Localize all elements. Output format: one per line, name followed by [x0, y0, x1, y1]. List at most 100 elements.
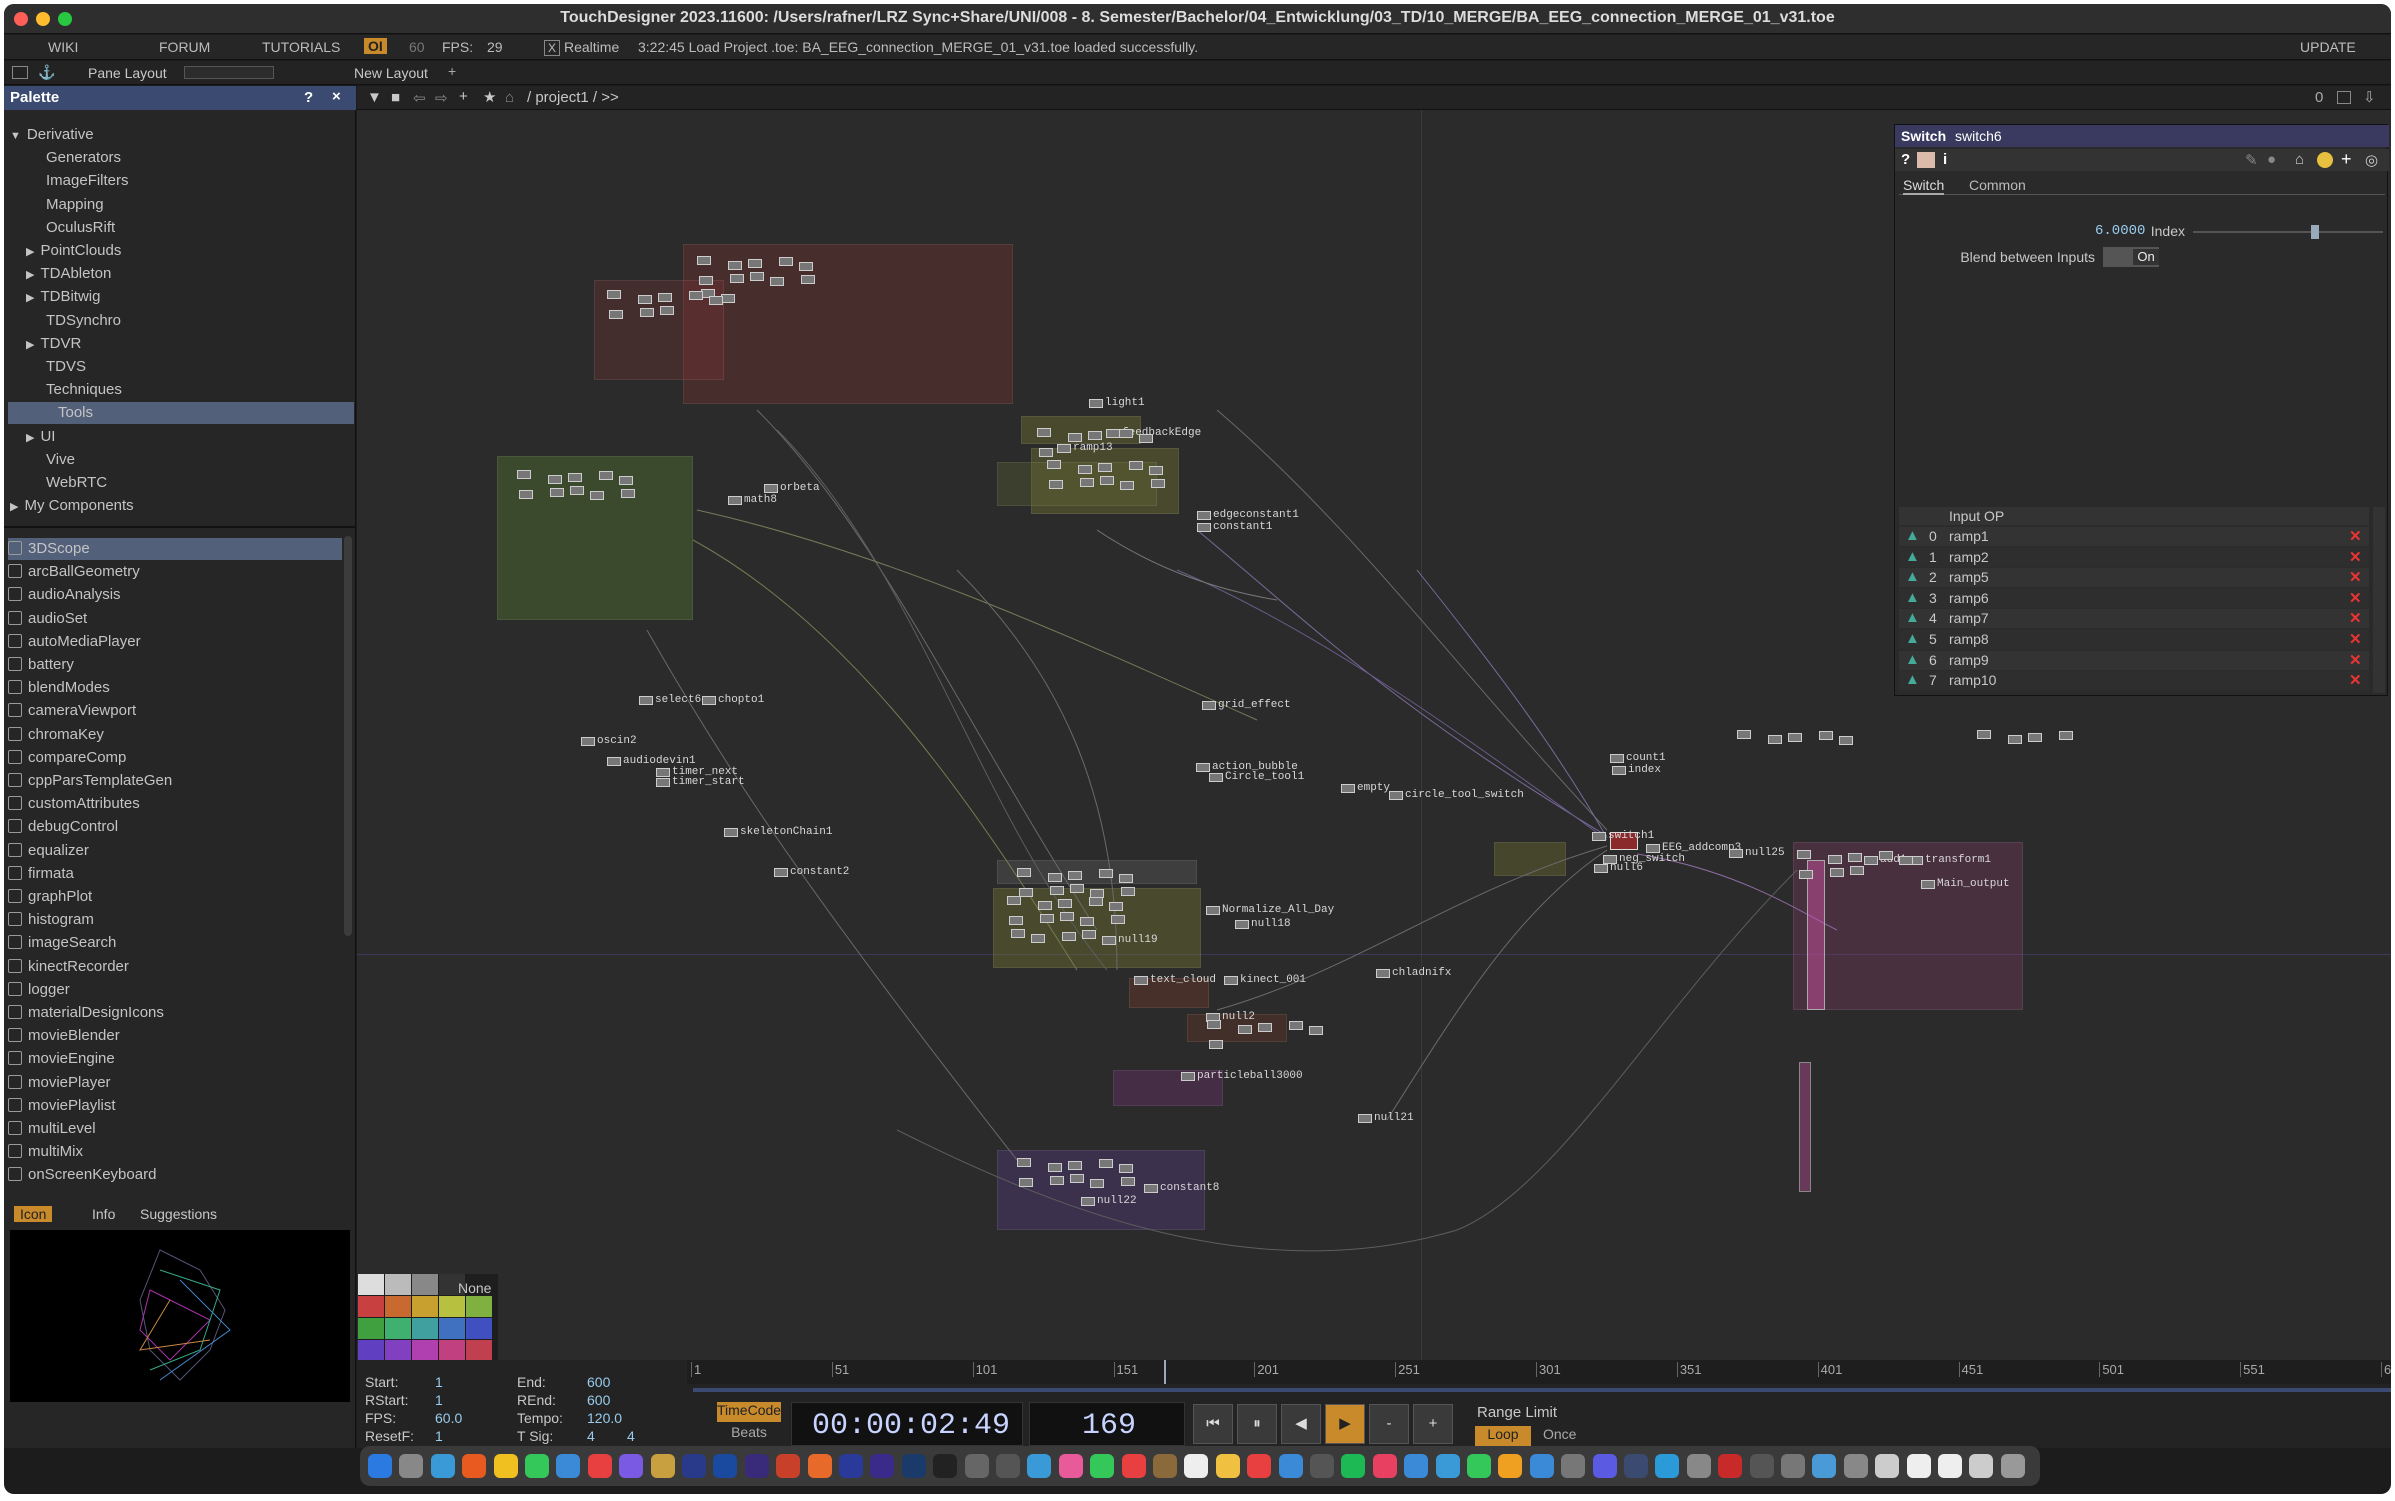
beats-toggle[interactable]: Beats: [717, 1424, 781, 1444]
disclosure-arrow-icon[interactable]: ▶: [26, 292, 34, 304]
drag-handle-icon[interactable]: ▲: [1905, 527, 1920, 544]
dock-app-icon[interactable]: [964, 1454, 989, 1478]
ramp-stack-2[interactable]: [1799, 1062, 1811, 1192]
palette-tab[interactable]: Icon: [14, 1206, 53, 1222]
timecode-toggle[interactable]: TimeCode: [717, 1402, 781, 1422]
add-layout-button[interactable]: +: [448, 63, 456, 79]
palette-folder[interactable]: ▶ TDVR: [26, 333, 81, 355]
component-item[interactable]: compareComp: [8, 747, 342, 769]
dock-app-icon[interactable]: [1906, 1454, 1931, 1478]
component-item[interactable]: blendModes: [8, 677, 342, 699]
operator-node[interactable]: [1019, 1178, 1033, 1187]
component-item[interactable]: debugControl: [8, 816, 342, 838]
dock-app-icon[interactable]: [1310, 1454, 1334, 1478]
operator-node[interactable]: [750, 272, 764, 281]
operator-node[interactable]: [1797, 850, 1811, 859]
dock-app-icon[interactable]: [368, 1454, 392, 1478]
tab-switch[interactable]: Switch: [1903, 177, 1945, 195]
color-swatch[interactable]: [466, 1296, 492, 1317]
dock-app-icon[interactable]: [1781, 1454, 1805, 1478]
operator-node[interactable]: [1111, 915, 1125, 924]
operator-node[interactable]: [1099, 869, 1113, 878]
operator-node[interactable]: [730, 274, 744, 283]
dock-app-icon[interactable]: [839, 1454, 863, 1478]
palette-folder[interactable]: ▼ Derivative: [10, 124, 94, 146]
operator-node[interactable]: [621, 489, 635, 498]
operator-node[interactable]: [1389, 791, 1403, 800]
operator-node[interactable]: [1235, 920, 1249, 929]
operator-node[interactable]: [550, 488, 564, 497]
input-op-name[interactable]: ramp1: [1949, 528, 1989, 544]
operator-node[interactable]: [1258, 1023, 1272, 1032]
operator-node[interactable]: [1309, 1026, 1323, 1035]
color-swatch[interactable]: [412, 1318, 438, 1339]
component-item[interactable]: imageSearch: [8, 932, 342, 954]
operator-node[interactable]: [748, 259, 762, 268]
input-op-name[interactable]: ramp6: [1949, 590, 1989, 606]
operator-node[interactable]: [1119, 429, 1133, 438]
component-item[interactable]: cppParsTemplateGen: [8, 770, 342, 792]
dock-app-icon[interactable]: [1153, 1454, 1177, 1478]
color-swatch[interactable]: [439, 1318, 465, 1339]
pane-split-icons[interactable]: [184, 66, 274, 79]
color-swatch[interactable]: [358, 1318, 384, 1339]
operator-node[interactable]: [1830, 868, 1844, 877]
frame-readout[interactable]: 169: [1082, 1409, 1136, 1443]
disclosure-arrow-icon[interactable]: ▶: [26, 269, 34, 281]
operator-node[interactable]: [1181, 1072, 1195, 1081]
operator-node[interactable]: [568, 473, 582, 482]
end-value[interactable]: 600: [587, 1374, 610, 1390]
help-button[interactable]: ?: [304, 89, 313, 106]
operator-node[interactable]: [699, 276, 713, 285]
component-item[interactable]: moviePlayer: [8, 1072, 342, 1094]
dock-app-icon[interactable]: [1498, 1454, 1523, 1478]
operator-node[interactable]: [1017, 1158, 1031, 1167]
star-icon[interactable]: ★: [483, 88, 496, 106]
dock-app-icon[interactable]: [1561, 1454, 1586, 1478]
target-icon[interactable]: ◎: [2365, 151, 2378, 169]
disclosure-arrow-icon[interactable]: ▶: [26, 432, 34, 444]
operator-node[interactable]: [1289, 1021, 1303, 1030]
dock-app-icon[interactable]: [1686, 1454, 1711, 1478]
operator-node[interactable]: [1238, 1025, 1252, 1034]
dock-app-icon[interactable]: [525, 1454, 549, 1478]
dock-app-icon[interactable]: [2000, 1454, 2025, 1478]
remove-input-icon[interactable]: ✕: [2349, 548, 2362, 566]
playhead[interactable]: [1164, 1360, 1167, 1384]
dock-app-icon[interactable]: [399, 1454, 424, 1478]
operator-node[interactable]: [1031, 934, 1045, 943]
operator-node[interactable]: [1081, 1197, 1095, 1206]
tab-common[interactable]: Common: [1969, 177, 2026, 193]
input-op-name[interactable]: ramp8: [1949, 631, 1989, 647]
operator-node[interactable]: [1196, 763, 1210, 772]
operator-node[interactable]: [1197, 511, 1211, 520]
wiki-link[interactable]: WIKI: [48, 39, 78, 55]
operator-node[interactable]: [658, 293, 672, 302]
input-op-row[interactable]: ▲ 0 ramp1 ✕: [1899, 527, 2369, 546]
operator-node[interactable]: [770, 277, 784, 286]
operator-node[interactable]: [619, 476, 633, 485]
dock-app-icon[interactable]: [776, 1454, 801, 1478]
python-ball-icon[interactable]: [2317, 152, 2333, 168]
edit-icon[interactable]: ✎: [2245, 151, 2258, 169]
operator-node[interactable]: [728, 261, 742, 270]
index-value[interactable]: 6.0000: [2095, 223, 2145, 239]
palette-folder[interactable]: TDSynchro: [40, 310, 121, 332]
operator-node[interactable]: [656, 778, 670, 787]
input-op-name[interactable]: ramp9: [1949, 652, 1989, 668]
index-slider-track[interactable]: [2193, 231, 2383, 233]
remove-input-icon[interactable]: ✕: [2349, 609, 2362, 627]
operator-node[interactable]: [570, 486, 584, 495]
component-item[interactable]: movieEngine: [8, 1048, 342, 1070]
operator-node[interactable]: [1009, 916, 1023, 925]
operator-node[interactable]: [779, 257, 793, 266]
disclosure-arrow-icon[interactable]: ▶: [10, 501, 18, 513]
operator-node[interactable]: [1057, 444, 1071, 453]
dock-app-icon[interactable]: [1435, 1454, 1460, 1478]
add-icon[interactable]: +: [459, 88, 468, 105]
dock-app-icon[interactable]: [933, 1454, 958, 1478]
dock-app-icon[interactable]: [619, 1454, 644, 1478]
operator-node[interactable]: [1799, 870, 1813, 879]
operator-node[interactable]: [1139, 434, 1153, 443]
disclosure-arrow-icon[interactable]: ▶: [26, 339, 34, 351]
